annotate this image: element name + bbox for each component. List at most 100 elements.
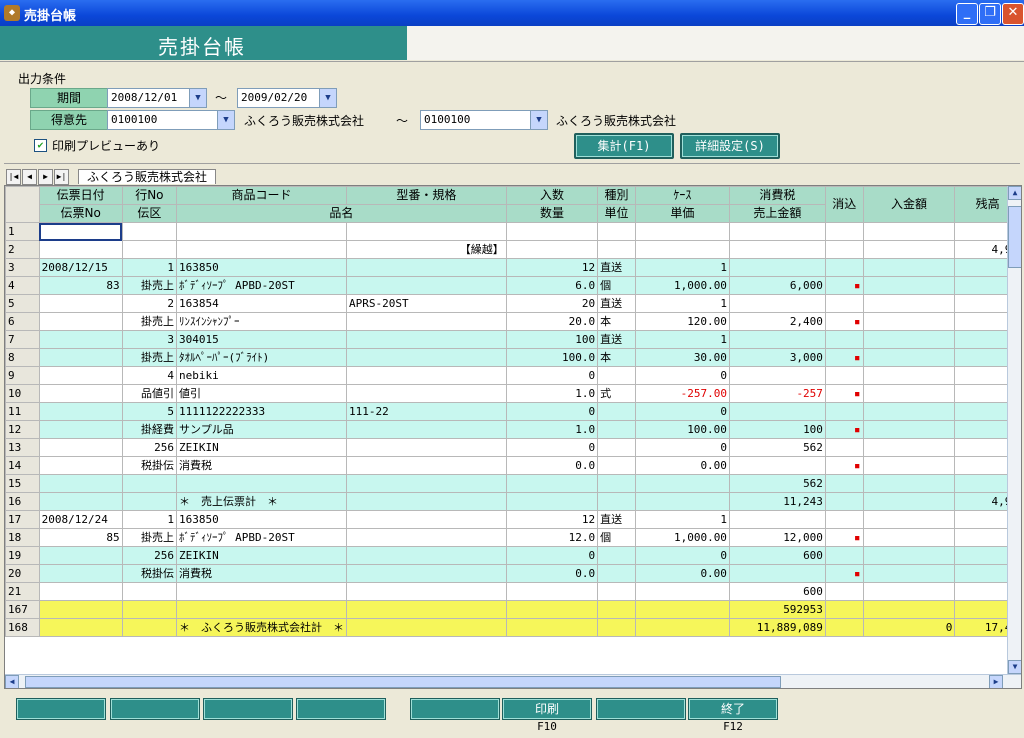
table-cell[interactable] [505,240,599,259]
table-cell[interactable] [38,600,123,619]
table-cell[interactable]: 0 [634,402,730,421]
table-cell[interactable] [505,222,599,241]
table-cell[interactable] [862,276,956,295]
table-cell[interactable]: ＊ 売上伝票計 ＊ [176,492,348,511]
table-cell[interactable] [38,330,123,349]
chevron-down-icon[interactable]: ▼ [530,111,547,129]
restore-button[interactable]: ❐ [979,3,1001,25]
table-cell[interactable] [505,474,599,493]
chevron-down-icon[interactable]: ▼ [189,89,206,107]
table-cell[interactable]: APRS-20ST [346,294,507,313]
table-cell[interactable] [346,348,507,367]
table-cell[interactable] [634,222,730,241]
table-cell[interactable] [346,582,507,601]
table-cell[interactable] [597,402,636,421]
table-cell[interactable]: 5 [121,402,178,421]
table-cell[interactable]: 304015 [176,330,348,349]
detail-settings-button[interactable]: 詳細設定(S) [680,133,780,159]
table-cell[interactable]: 6,000 [728,276,826,295]
table-cell[interactable] [38,402,123,421]
table-cell[interactable] [121,582,178,601]
table-cell[interactable]: 20.0 [505,312,599,331]
table-cell[interactable] [862,258,956,277]
period-from-select[interactable]: 2008/12/01 ▼ [107,88,207,108]
table-cell[interactable] [38,384,123,403]
table-cell[interactable]: 12 [505,258,599,277]
table-cell[interactable]: 3,000 [728,348,826,367]
table-cell[interactable]: 個 [597,276,636,295]
table-cell[interactable] [346,600,507,619]
table-row[interactable]: 20 税掛伝 消費税 0.0 0.00 ▪ [5,564,1021,583]
table-cell[interactable]: 600 [728,582,826,601]
total-button[interactable]: 集計(F1) [574,133,674,159]
table-row[interactable]: 12 掛経費 サンプル品 1.0 100.00 100 ▪ [5,420,1021,439]
table-cell[interactable] [121,474,178,493]
table-cell[interactable] [505,618,599,637]
table-row[interactable]: 10 品値引 値引 1.0 式 -257.00 -257 ▪ [5,384,1021,403]
table-cell[interactable] [346,564,507,583]
table-row[interactable]: 16 ＊ 売上伝票計 ＊ 11,243 4,97 [5,492,1021,511]
table-cell[interactable] [38,240,123,259]
table-cell[interactable]: 1 [634,330,730,349]
table-cell[interactable]: 1,000.00 [634,276,730,295]
table-cell[interactable]: 2,400 [728,312,826,331]
table-cell[interactable] [346,312,507,331]
table-cell[interactable] [824,600,864,619]
table-cell[interactable]: 6.0 [505,276,599,295]
table-cell[interactable]: 12,000 [728,528,826,547]
table-row[interactable]: 3 2008/12/15 1 163850 12 直送 1 [5,258,1021,277]
scroll-thumb[interactable] [25,676,781,688]
table-cell[interactable] [862,492,956,511]
table-cell[interactable] [862,240,956,259]
scroll-thumb[interactable] [1008,206,1021,268]
table-row[interactable]: 7 3 304015 100 直送 1 [5,330,1021,349]
table-cell[interactable]: ﾎﾞﾃﾞｨｿｰﾌﾟ APBD-20ST [176,528,348,547]
function-key-4[interactable] [296,698,386,720]
table-row[interactable]: 21 600 [5,582,1021,601]
table-cell[interactable]: ▪ [824,312,864,331]
table-cell[interactable] [862,600,956,619]
table-cell[interactable] [824,240,864,259]
table-cell[interactable] [634,474,730,493]
table-cell[interactable]: ﾘﾝｽｲﾝｼｬﾝﾌﾟｰ [176,312,348,331]
table-cell[interactable] [824,330,864,349]
table-cell[interactable] [346,222,507,241]
table-cell[interactable] [824,546,864,565]
table-cell[interactable]: 1.0 [505,384,599,403]
table-cell[interactable] [824,258,864,277]
table-row[interactable]: 1 [5,222,1021,241]
table-cell[interactable]: ▪ [824,528,864,547]
table-cell[interactable]: 直送 [597,330,636,349]
table-cell[interactable] [862,546,956,565]
table-cell[interactable]: -257.00 [634,384,730,403]
period-to-select[interactable]: 2009/02/20 ▼ [237,88,337,108]
scroll-down-icon[interactable]: ▼ [1008,660,1021,674]
table-cell[interactable]: 値引 [176,384,348,403]
table-cell[interactable] [38,366,123,385]
table-cell[interactable]: 1 [121,258,178,277]
table-cell[interactable]: 30.00 [634,348,730,367]
scroll-right-icon[interactable]: ▶ [989,675,1003,688]
table-cell[interactable] [862,312,956,331]
table-cell[interactable] [824,402,864,421]
print-preview-checkbox[interactable]: ✔ [34,139,47,152]
table-cell[interactable]: ＊ ふくろう販売株式会社計 ＊ [176,618,348,637]
table-cell[interactable] [346,420,507,439]
table-cell[interactable] [728,564,826,583]
table-cell[interactable] [346,618,507,637]
table-cell[interactable] [824,492,864,511]
function-key-8[interactable]: 終了 [688,698,778,720]
table-row[interactable]: 13 256 ZEIKIN 0 0 562 [5,438,1021,457]
table-cell[interactable] [862,384,956,403]
table-cell[interactable]: -257 [728,384,826,403]
table-row[interactable]: 2 【繰越】 4,96 [5,240,1021,259]
table-cell[interactable] [346,456,507,475]
scroll-left-icon[interactable]: ◀ [5,675,19,688]
function-key-2[interactable] [110,698,200,720]
table-cell[interactable] [38,438,123,457]
function-key-5[interactable] [410,698,500,720]
table-cell[interactable] [597,222,636,241]
table-row[interactable]: 11 5 1111122222333 111-22 0 0 [5,402,1021,421]
table-row[interactable]: 15 562 [5,474,1021,493]
table-cell[interactable] [38,474,123,493]
